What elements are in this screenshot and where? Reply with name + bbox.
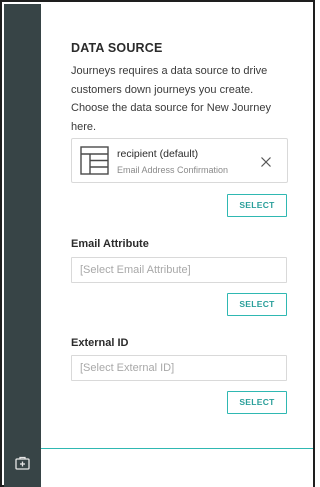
table-icon	[80, 146, 109, 175]
side-rail	[4, 4, 41, 487]
external-id-field[interactable]	[71, 355, 287, 381]
external-id-label: External ID	[71, 337, 129, 349]
panel-title: DATA SOURCE	[71, 41, 163, 55]
close-icon[interactable]	[260, 155, 272, 167]
footer-divider	[41, 448, 313, 449]
data-source-panel: DATA SOURCE Journeys requires a data sou…	[41, 4, 313, 487]
data-source-card[interactable]: recipient (default) Email Address Confir…	[71, 138, 288, 183]
add-panel-icon[interactable]	[15, 456, 30, 470]
email-attribute-field[interactable]	[71, 257, 287, 283]
data-source-subtitle: Email Address Confirmation	[117, 165, 229, 175]
select-data-source-button[interactable]: SELECT	[227, 194, 287, 217]
panel-frame: DATA SOURCE Journeys requires a data sou…	[0, 0, 315, 487]
panel-description: Journeys requires a data source to drive…	[71, 65, 271, 133]
data-source-name: recipient (default)	[117, 148, 199, 160]
select-external-id-button[interactable]: SELECT	[227, 391, 287, 414]
email-attribute-label: Email Attribute	[71, 238, 149, 250]
select-email-attribute-button[interactable]: SELECT	[227, 293, 287, 316]
